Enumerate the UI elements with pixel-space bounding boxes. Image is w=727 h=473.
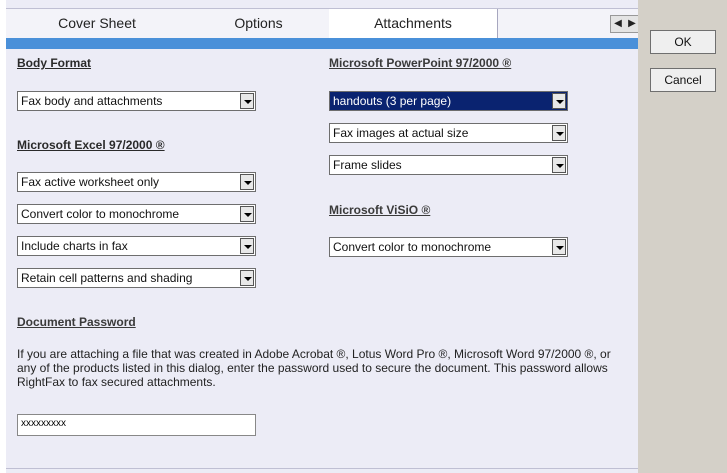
cancel-button[interactable]: Cancel bbox=[650, 68, 716, 92]
select-value: Fax images at actual size bbox=[333, 126, 469, 140]
dropdown-arrow-icon[interactable] bbox=[240, 93, 254, 109]
dropdown-arrow-icon[interactable] bbox=[552, 93, 566, 109]
tab-scroll-arrows[interactable]: ◀ ▶ bbox=[610, 15, 640, 33]
excel-option-2-select[interactable]: Convert color to monochrome bbox=[17, 204, 256, 224]
document-password-heading: Document Password bbox=[17, 315, 136, 329]
password-description: If you are attaching a file that was cre… bbox=[17, 347, 611, 389]
tab-bar: Cover Sheet Options Attachments ◀ ▶ bbox=[6, 8, 640, 39]
powerpoint-option-1-select[interactable]: handouts (3 per page) bbox=[329, 91, 568, 111]
tab-options[interactable]: Options bbox=[188, 9, 330, 37]
select-value: Convert color to monochrome bbox=[21, 207, 180, 221]
powerpoint-option-3-select[interactable]: Frame slides bbox=[329, 155, 568, 175]
select-value: Fax active worksheet only bbox=[21, 175, 160, 189]
select-value: Fax body and attachments bbox=[21, 94, 163, 108]
header-accent-bar bbox=[6, 38, 638, 49]
powerpoint-heading: Microsoft PowerPoint 97/2000 ® bbox=[329, 56, 512, 70]
select-value: Frame slides bbox=[333, 158, 402, 172]
dropdown-arrow-icon[interactable] bbox=[240, 174, 254, 190]
visio-heading: Microsoft ViSiO ® bbox=[329, 203, 431, 217]
excel-heading: Microsoft Excel 97/2000 ® bbox=[17, 138, 165, 152]
excel-option-1-select[interactable]: Fax active worksheet only bbox=[17, 172, 256, 192]
chevron-left-icon[interactable]: ◀ bbox=[611, 16, 625, 32]
visio-select[interactable]: Convert color to monochrome bbox=[329, 237, 568, 257]
divider bbox=[6, 468, 638, 469]
excel-option-4-select[interactable]: Retain cell patterns and shading bbox=[17, 268, 256, 288]
chevron-right-icon[interactable]: ▶ bbox=[625, 16, 639, 32]
dropdown-arrow-icon[interactable] bbox=[240, 270, 254, 286]
ok-button[interactable]: OK bbox=[650, 30, 716, 54]
dropdown-arrow-icon[interactable] bbox=[240, 206, 254, 222]
select-value: Retain cell patterns and shading bbox=[21, 271, 193, 285]
body-format-select[interactable]: Fax body and attachments bbox=[17, 91, 256, 111]
select-value: Convert color to monochrome bbox=[333, 240, 492, 254]
select-value: Include charts in fax bbox=[21, 239, 128, 253]
dropdown-arrow-icon[interactable] bbox=[552, 157, 566, 173]
dropdown-arrow-icon[interactable] bbox=[552, 239, 566, 255]
powerpoint-option-2-select[interactable]: Fax images at actual size bbox=[329, 123, 568, 143]
dropdown-arrow-icon[interactable] bbox=[240, 238, 254, 254]
excel-option-3-select[interactable]: Include charts in fax bbox=[17, 236, 256, 256]
dropdown-arrow-icon[interactable] bbox=[552, 125, 566, 141]
body-format-heading: Body Format bbox=[17, 56, 92, 70]
password-input[interactable]: xxxxxxxxx bbox=[17, 414, 256, 436]
tab-attachments[interactable]: Attachments bbox=[329, 9, 498, 39]
tab-cover-sheet[interactable]: Cover Sheet bbox=[6, 9, 189, 37]
select-value: handouts (3 per page) bbox=[333, 94, 452, 108]
